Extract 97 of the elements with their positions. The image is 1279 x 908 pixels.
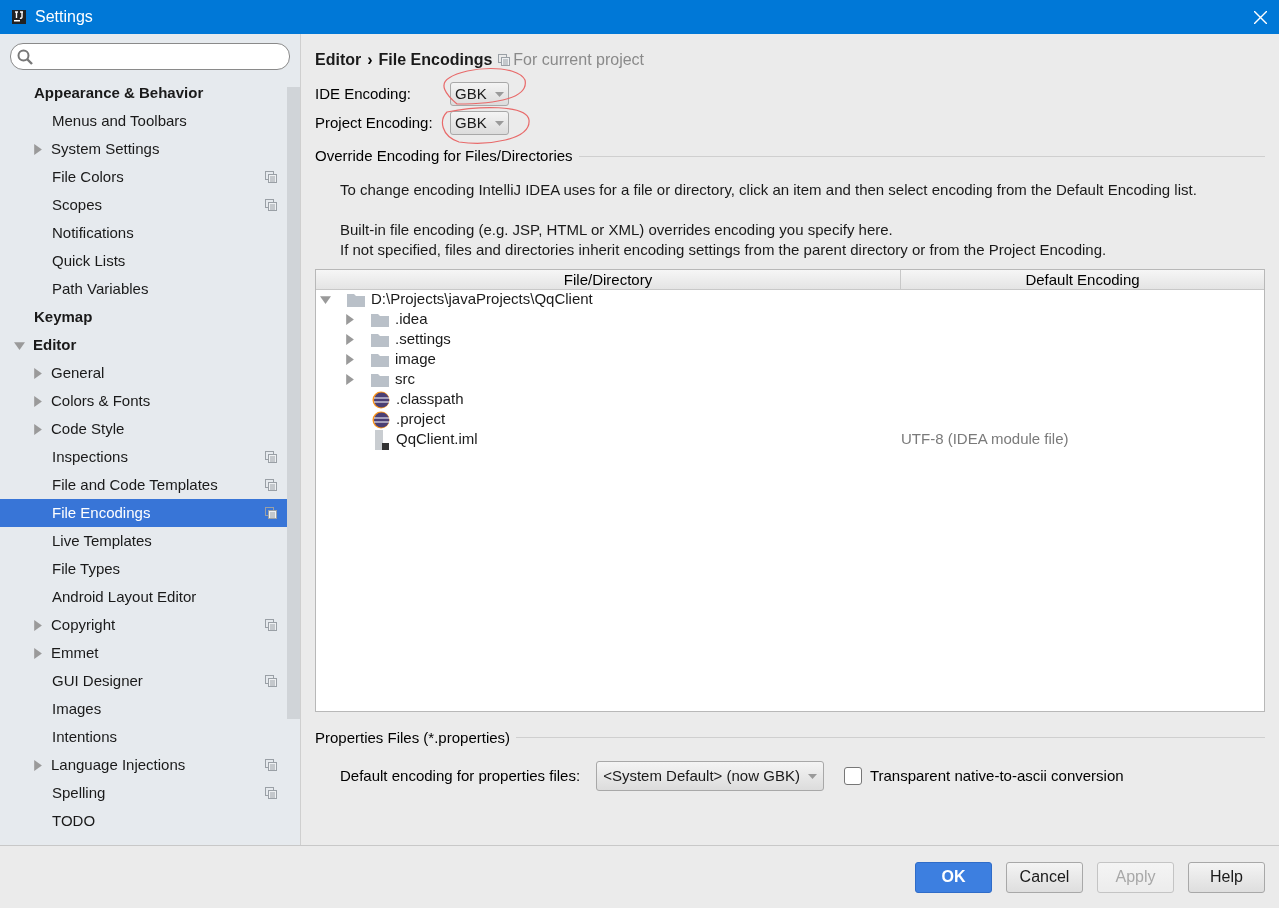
breadcrumb-parent[interactable]: Editor <box>315 48 362 72</box>
tree-item[interactable]: .project <box>396 408 446 431</box>
dialog-button[interactable]: OK <box>915 861 992 893</box>
properties-encoding-label: Default encoding for properties files: <box>340 765 581 786</box>
sidebar-item[interactable]: Live Templates <box>0 527 287 555</box>
dropdown-arrow-icon <box>494 91 504 97</box>
copy-icon <box>265 451 277 463</box>
sidebar-item[interactable]: System Settings <box>0 135 287 163</box>
sidebar-item[interactable]: Android Layout Editor <box>0 583 287 611</box>
window-title: Settings <box>35 7 93 27</box>
collapsed-arrow-icon[interactable] <box>32 759 43 771</box>
copy-icon <box>265 507 277 519</box>
checkbox[interactable] <box>843 767 862 785</box>
tree-item[interactable]: image <box>395 348 436 371</box>
sidebar-item[interactable]: TODO <box>0 807 287 835</box>
sidebar-item[interactable]: Quick Lists <box>0 247 287 275</box>
checkbox-label: Transparent native-to-ascii conversion <box>869 765 1124 786</box>
sidebar-item[interactable]: Code Style <box>0 415 287 443</box>
section-title: Properties Files (*.properties) <box>315 727 511 748</box>
sidebar-item[interactable]: Emmet <box>0 639 287 667</box>
sidebar-item[interactable]: Language Injections <box>0 751 287 779</box>
scrollbar[interactable] <box>287 87 300 719</box>
copy-icon <box>265 675 277 687</box>
copy-icon <box>265 787 277 799</box>
dialog-button[interactable]: Cancel <box>1006 861 1083 893</box>
column-header[interactable]: File/Directory <box>316 269 901 289</box>
app-logo-icon <box>12 10 26 24</box>
encoding-dropdown[interactable]: GBK <box>450 111 509 135</box>
sidebar-item[interactable]: Path Variables <box>0 275 287 303</box>
sidebar-section[interactable]: Editor <box>33 333 77 357</box>
sidebar-item[interactable]: Menus and Toolbars <box>0 107 287 135</box>
dropdown-arrow-icon <box>807 773 817 779</box>
sidebar-item[interactable]: GUI Designer <box>0 667 287 695</box>
sidebar-item[interactable]: File Types <box>0 555 287 583</box>
encoding-dropdown[interactable]: GBK <box>450 82 509 106</box>
expanded-arrow-icon[interactable] <box>320 294 331 305</box>
tree-item[interactable]: .settings <box>395 328 451 351</box>
tree-item[interactable]: D:\Projects\javaProjects\QqClient <box>371 288 593 311</box>
collapsed-arrow-icon[interactable] <box>344 314 355 325</box>
collapsed-arrow-icon[interactable] <box>344 374 355 385</box>
collapsed-arrow-icon[interactable] <box>32 647 43 659</box>
sidebar-item[interactable]: Intentions <box>0 723 287 751</box>
project-encoding-label: Project Encoding: <box>315 112 434 133</box>
sidebar-item[interactable]: File Colors <box>0 163 287 191</box>
sidebar-item[interactable]: General <box>0 359 287 387</box>
section-title: Override Encoding for Files/Directories <box>315 146 573 166</box>
help-text: Built-in file encoding (e.g. JSP, HTML or XML) overrides encoding you specify here. If not specified, files and directories inherit encoding settings from the parent directory or from the Project Encoding. <box>340 219 1108 260</box>
breadcrumb-separator: › <box>367 50 373 70</box>
eclipse-icon <box>372 410 390 429</box>
tree-item[interactable]: QqClient.iml <box>396 428 478 451</box>
sidebar-item[interactable]: File Encodings <box>0 499 287 527</box>
copy-icon <box>265 199 277 211</box>
copy-icon <box>265 171 277 183</box>
close-icon[interactable] <box>1254 10 1267 24</box>
sidebar-item[interactable]: Scopes <box>0 191 287 219</box>
folder-icon <box>371 372 389 387</box>
encoding-dropdown[interactable]: <System Default> (now GBK) <box>596 761 824 791</box>
sidebar-item[interactable]: Copyright <box>0 611 287 639</box>
breadcrumb-current: File Encodings <box>378 50 493 70</box>
eclipse-icon <box>372 390 390 409</box>
dialog-button[interactable]: Help <box>1188 861 1265 893</box>
sidebar-section[interactable]: Appearance & Behavior <box>34 81 204 105</box>
sidebar-item[interactable]: Images <box>0 695 287 723</box>
ide-encoding-label: IDE Encoding: <box>315 83 412 104</box>
help-text: To change encoding IntelliJ IDEA uses for a file or directory, click an item and then select encoding from the Default Encoding list. <box>340 179 1198 200</box>
folder-icon <box>371 312 389 327</box>
collapsed-arrow-icon[interactable] <box>32 143 43 155</box>
copy-icon <box>265 619 277 631</box>
collapsed-arrow-icon[interactable] <box>32 395 43 407</box>
collapsed-arrow-icon[interactable] <box>32 423 43 435</box>
folder-icon <box>371 352 389 367</box>
collapsed-arrow-icon[interactable] <box>344 354 355 365</box>
copy-icon <box>265 479 277 491</box>
file-icon <box>372 429 390 450</box>
copy-icon <box>498 54 511 66</box>
folder-icon <box>347 292 365 307</box>
sidebar-item[interactable]: Notifications <box>0 219 287 247</box>
tree-item[interactable]: .classpath <box>396 388 464 411</box>
search-field[interactable] <box>10 43 290 70</box>
folder-icon <box>371 332 389 347</box>
sidebar-item[interactable]: Colors & Fonts <box>0 387 287 415</box>
tree-item[interactable]: .idea <box>395 308 428 331</box>
collapsed-arrow-icon[interactable] <box>32 367 43 379</box>
tree-item[interactable]: src <box>395 368 415 391</box>
sidebar-section[interactable]: Keymap <box>34 305 93 329</box>
sidebar-item[interactable]: File and Code Templates <box>0 471 287 499</box>
copy-icon <box>265 759 277 771</box>
sidebar-item[interactable]: Inspections <box>0 443 287 471</box>
sidebar-item[interactable]: Spelling <box>0 779 287 807</box>
dropdown-arrow-icon <box>494 120 504 126</box>
encoding-cell-text: UTF-8 (IDEA module file) <box>901 429 1069 450</box>
column-header[interactable]: Default Encoding <box>901 269 1264 289</box>
scope-label: For current project <box>513 50 645 70</box>
search-icon <box>17 48 33 65</box>
collapsed-arrow-icon[interactable] <box>344 334 355 345</box>
collapsed-arrow-icon[interactable] <box>32 619 43 631</box>
expanded-arrow-icon[interactable] <box>14 339 25 351</box>
